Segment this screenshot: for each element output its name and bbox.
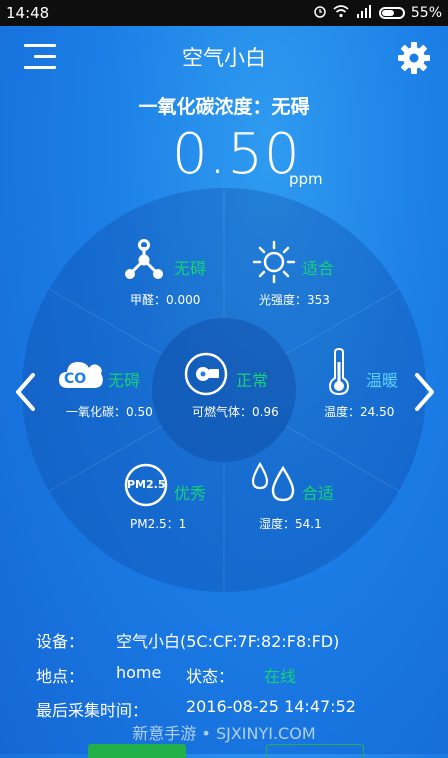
co-headline: 一氧化碳浓度：无碍: [138, 96, 310, 118]
sensor-co-status: 无碍: [108, 371, 141, 390]
page-title: 空气小白: [182, 46, 266, 70]
gas-meter-icon: [184, 352, 228, 396]
sensor-light-status: 适合: [302, 259, 335, 278]
sensor-humidity-status: 合适: [302, 484, 335, 503]
wifi-icon: [333, 4, 349, 22]
sensor-co-label: 一氧化碳：0.50: [66, 405, 153, 419]
state-label: 状态：: [186, 667, 235, 686]
droplets-icon: [251, 461, 295, 502]
gear-icon: [398, 42, 430, 74]
co-badge: CO: [64, 371, 87, 387]
last-time-value: 2016-08-25 14:47:52: [186, 697, 356, 716]
bottom-button-secondary[interactable]: [266, 744, 364, 758]
next-device-button[interactable]: [414, 372, 436, 412]
battery-percent: 55%: [410, 5, 442, 21]
alarm-icon: [313, 4, 327, 22]
location-label: 地点：: [36, 667, 85, 686]
status-icons: 55%: [313, 4, 442, 22]
sensor-temperature-status: 温暖: [366, 371, 399, 390]
chevron-right-icon: [415, 373, 434, 411]
chevron-left-icon: [16, 373, 35, 411]
sensor-formaldehyde-label: 甲醛：0.000: [130, 293, 201, 307]
sun-icon: [252, 240, 296, 284]
device-label: 设备：: [36, 632, 85, 651]
previous-device-button[interactable]: [14, 372, 36, 412]
pm25-badge: PM2.5: [127, 478, 166, 491]
molecule-icon: [125, 239, 163, 279]
sensor-temperature-label: 温度：24.50: [324, 405, 395, 419]
location-value: home: [116, 663, 162, 682]
watermark: 新意手游 • SJXINYI.COM: [132, 724, 316, 743]
last-time-label: 最后采集时间：: [36, 701, 149, 720]
device-value: 空气小白(5C:CF:7F:82:F8:FD): [116, 632, 340, 651]
signal-icon: [355, 4, 373, 22]
status-time: 14:48: [6, 4, 50, 22]
sensor-pm25-label: PM2.5：1: [130, 517, 187, 531]
sensor-gas-label: 可燃气体：0.96: [192, 405, 279, 419]
bottom-button-primary[interactable]: [88, 744, 186, 758]
thermometer-icon: [328, 348, 350, 396]
main-reading-value: 0.50: [172, 122, 301, 187]
state-value: 在线: [264, 667, 297, 686]
battery-icon: [378, 7, 405, 19]
sensor-formaldehyde-status: 无碍: [174, 259, 207, 278]
main-reading-unit: ppm: [289, 170, 323, 188]
sensor-pm25-status: 优秀: [174, 484, 207, 503]
sensor-humidity-label: 湿度：54.1: [259, 517, 322, 531]
sensor-light-label: 光强度：353: [259, 293, 330, 307]
status-bar: 14:48 55%: [0, 0, 448, 26]
sensor-gas-status: 正常: [236, 371, 269, 390]
settings-button[interactable]: [396, 40, 432, 76]
